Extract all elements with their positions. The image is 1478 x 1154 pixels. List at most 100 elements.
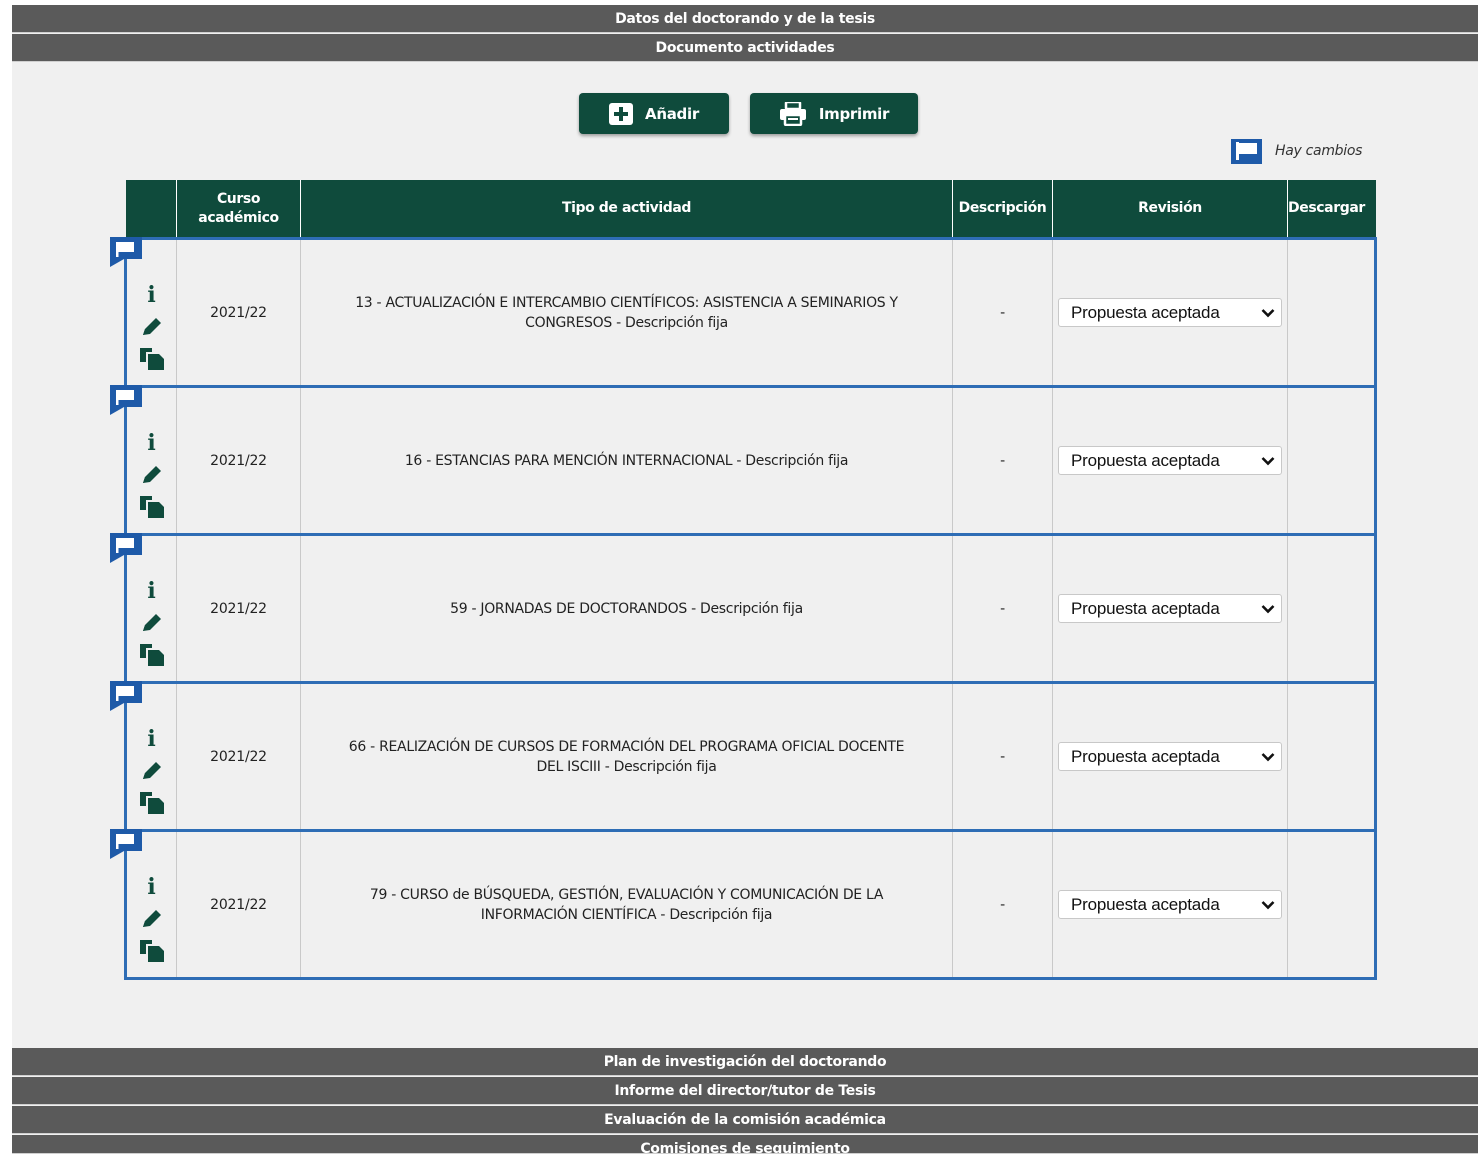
revision-select-value: Propuesta aceptada xyxy=(1071,894,1220,914)
revision-select-value: Propuesta aceptada xyxy=(1071,450,1220,470)
copy-icon[interactable] xyxy=(139,787,164,819)
tipo-line1: 13 - ACTUALIZACIÓN E INTERCAMBIO CIENTÍF… xyxy=(355,294,898,311)
descargar-cell xyxy=(1287,533,1377,684)
revision-cell: Propuesta aceptada xyxy=(1052,533,1288,684)
tipo-line1: 59 - JORNADAS DE DOCTORANDOS - Descripci… xyxy=(450,600,803,617)
revision-cell: Propuesta aceptada xyxy=(1052,385,1288,536)
descargar-cell xyxy=(1287,237,1377,388)
plus-square-icon xyxy=(609,102,634,125)
chevron-down-icon xyxy=(1261,456,1275,465)
descripcion-cell: - xyxy=(952,385,1053,536)
info-icon[interactable]: i xyxy=(147,723,155,755)
table-header-row: Curso académico Tipo de actividad Descri… xyxy=(125,180,1376,239)
changes-legend: Hay cambios xyxy=(1231,138,1362,164)
info-icon[interactable]: i xyxy=(147,279,155,311)
row-actions-cell: i xyxy=(110,385,177,536)
tipo-line1: 79 - CURSO de BÚSQUEDA, GESTIÓN, EVALUAC… xyxy=(369,886,884,903)
tipo-cell: 16 - ESTANCIAS PARA MENCIÓN INTERNACIONA… xyxy=(300,385,953,536)
row-actions-cell: i xyxy=(110,237,177,388)
table-row: i 2021/22 16 - ESTANCIAS PARA MENCIÓN IN… xyxy=(110,385,1377,536)
flag-icon xyxy=(110,829,142,859)
pencil-icon[interactable] xyxy=(141,607,163,639)
table-row: i 2021/22 79 - CURSO de BÚSQUEDA, GESTIÓ… xyxy=(110,829,1377,980)
pencil-icon[interactable] xyxy=(141,311,163,343)
section-plan-investigacion[interactable]: Plan de investigación del doctorando xyxy=(12,1048,1478,1076)
revision-select[interactable]: Propuesta aceptada xyxy=(1058,742,1282,771)
chevron-down-icon xyxy=(1261,604,1275,613)
curso-cell: 2021/22 xyxy=(176,237,301,388)
curso-cell: 2021/22 xyxy=(176,533,301,684)
header-curso-line2: académico xyxy=(198,209,279,226)
changes-legend-label: Hay cambios xyxy=(1275,143,1363,159)
pencil-icon[interactable] xyxy=(141,755,163,787)
main-panel: Datos del doctorando y de la tesis Docum… xyxy=(12,5,1478,1154)
copy-icon[interactable] xyxy=(139,935,164,967)
section-comisiones-seguimiento[interactable]: Comisiones de seguimiento xyxy=(12,1135,1478,1154)
curso-cell: 2021/22 xyxy=(176,829,301,980)
descargar-cell xyxy=(1287,385,1377,536)
copy-icon[interactable] xyxy=(139,639,164,671)
info-icon[interactable]: i xyxy=(147,575,155,607)
tipo-line2: CONGRESOS - Descripción fija xyxy=(525,314,728,331)
print-button-label: Imprimir xyxy=(818,104,890,123)
section-evaluacion-comision[interactable]: Evaluación de la comisión académica xyxy=(12,1106,1478,1134)
descargar-cell xyxy=(1287,681,1377,832)
header-tipo: Tipo de actividad xyxy=(300,180,953,239)
section-datos-doctorando[interactable]: Datos del doctorando y de la tesis xyxy=(12,5,1478,33)
curso-cell: 2021/22 xyxy=(176,681,301,832)
tipo-line2: DEL ISCIII - Descripción fija xyxy=(536,758,717,775)
print-button[interactable]: Imprimir xyxy=(750,93,918,134)
info-icon[interactable]: i xyxy=(147,871,155,903)
header-actions xyxy=(125,180,177,239)
revision-select[interactable]: Propuesta aceptada xyxy=(1058,446,1282,475)
pencil-icon[interactable] xyxy=(141,903,163,935)
tipo-line1: 16 - ESTANCIAS PARA MENCIÓN INTERNACIONA… xyxy=(404,452,849,469)
header-curso-line1: Curso xyxy=(216,190,261,207)
chevron-down-icon xyxy=(1261,752,1275,761)
revision-select[interactable]: Propuesta aceptada xyxy=(1058,594,1282,623)
row-actions-cell: i xyxy=(110,829,177,980)
header-descripcion: Descripción xyxy=(952,180,1053,239)
add-button[interactable]: Añadir xyxy=(579,93,729,134)
header-revision: Revisión xyxy=(1052,180,1288,239)
row-actions-cell: i xyxy=(110,533,177,684)
revision-cell: Propuesta aceptada xyxy=(1052,681,1288,832)
tipo-line1: 66 - REALIZACIÓN DE CURSOS DE FORMACIÓN … xyxy=(348,738,905,755)
descargar-cell xyxy=(1287,829,1377,980)
descripcion-cell: - xyxy=(952,681,1053,832)
chevron-down-icon xyxy=(1261,900,1275,909)
revision-select[interactable]: Propuesta aceptada xyxy=(1058,298,1282,327)
section-documento-actividades[interactable]: Documento actividades xyxy=(12,34,1478,62)
tipo-cell: 13 - ACTUALIZACIÓN E INTERCAMBIO CIENTÍF… xyxy=(300,237,953,388)
copy-icon[interactable] xyxy=(139,343,164,375)
row-actions-cell: i xyxy=(110,681,177,832)
add-button-label: Añadir xyxy=(645,104,699,123)
flag-icon xyxy=(1231,138,1262,164)
revision-cell: Propuesta aceptada xyxy=(1052,829,1288,980)
revision-select-value: Propuesta aceptada xyxy=(1071,302,1220,322)
table-row: i 2021/22 59 - JORNADAS DE DOCTORANDOS -… xyxy=(110,533,1377,684)
info-icon[interactable]: i xyxy=(147,427,155,459)
flag-icon xyxy=(110,385,142,415)
curso-cell: 2021/22 xyxy=(176,385,301,536)
section-informe-director[interactable]: Informe del director/tutor de Tesis xyxy=(12,1077,1478,1105)
tipo-cell: 59 - JORNADAS DE DOCTORANDOS - Descripci… xyxy=(300,533,953,684)
descripcion-cell: - xyxy=(952,829,1053,980)
revision-select-value: Propuesta aceptada xyxy=(1071,746,1220,766)
tipo-cell: 79 - CURSO de BÚSQUEDA, GESTIÓN, EVALUAC… xyxy=(300,829,953,980)
chevron-down-icon xyxy=(1261,308,1275,317)
table-row: i 2021/22 66 - REALIZACIÓN DE CURSOS DE … xyxy=(110,681,1377,832)
tipo-line2: INFORMACIÓN CIENTÍFICA - Descripción fij… xyxy=(480,906,773,923)
pencil-icon[interactable] xyxy=(141,459,163,491)
flag-icon xyxy=(110,237,142,267)
copy-icon[interactable] xyxy=(139,491,164,523)
activities-table: Curso académico Tipo de actividad Descri… xyxy=(110,180,1377,980)
printer-icon xyxy=(779,101,807,126)
flag-icon xyxy=(110,681,142,711)
header-descargar: Descargar xyxy=(1287,180,1376,239)
revision-select[interactable]: Propuesta aceptada xyxy=(1058,890,1282,919)
tipo-cell: 66 - REALIZACIÓN DE CURSOS DE FORMACIÓN … xyxy=(300,681,953,832)
descripcion-cell: - xyxy=(952,533,1053,684)
revision-select-value: Propuesta aceptada xyxy=(1071,598,1220,618)
table-row: i 2021/22 13 - ACTUALIZACIÓN E INTERCAMB… xyxy=(110,237,1377,388)
